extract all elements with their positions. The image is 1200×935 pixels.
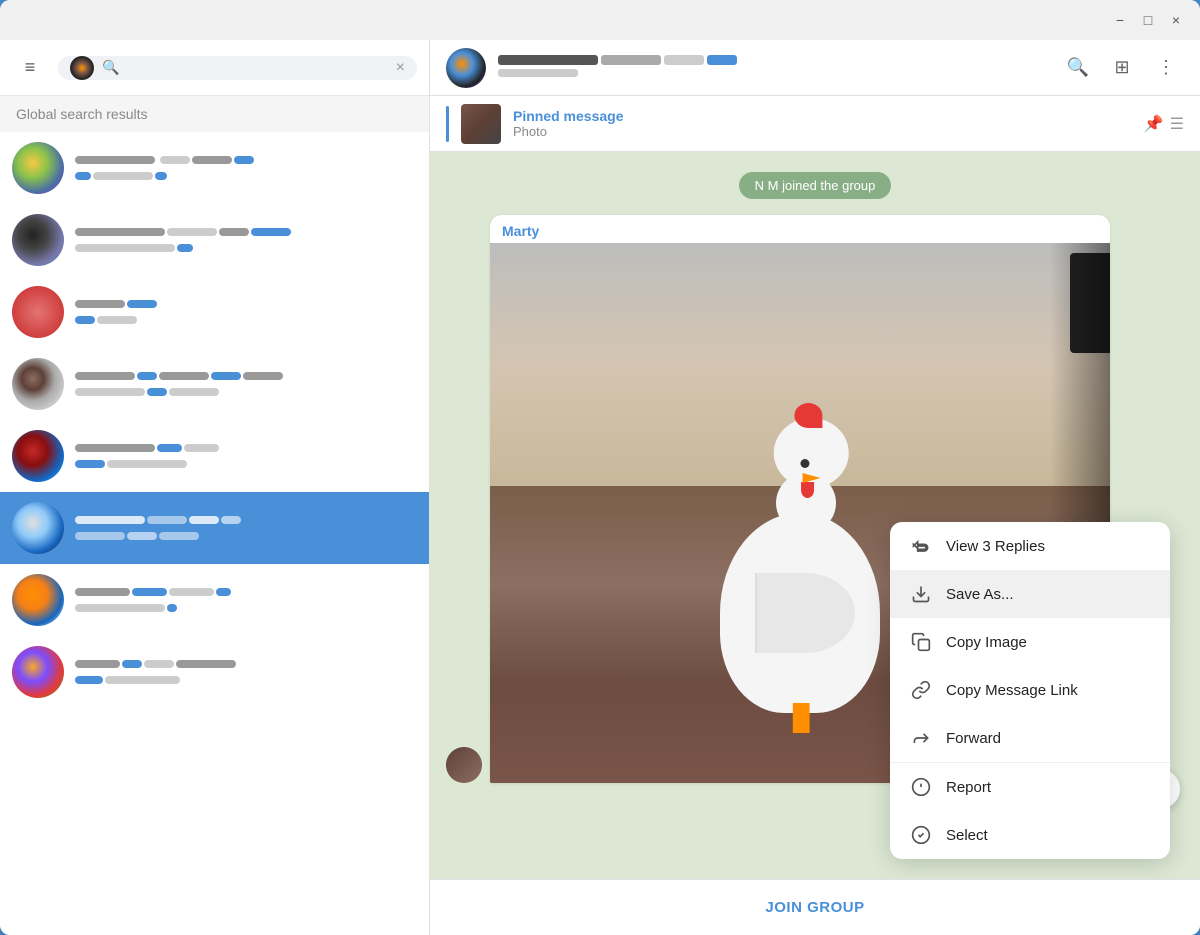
system-message-text: N M joined the group bbox=[739, 172, 892, 199]
pin-icon[interactable]: 📌 bbox=[1144, 114, 1164, 134]
avatar bbox=[12, 358, 64, 410]
sender-avatar bbox=[446, 747, 482, 783]
search-item-content bbox=[74, 226, 417, 254]
reply-icon bbox=[910, 535, 932, 557]
forward-icon bbox=[910, 727, 932, 749]
avatar bbox=[12, 142, 64, 194]
context-menu-copy-link[interactable]: Copy Message Link bbox=[890, 666, 1170, 714]
avatar bbox=[12, 430, 64, 482]
search-item-content bbox=[74, 442, 417, 470]
report-icon bbox=[910, 776, 932, 798]
search-item-content bbox=[74, 154, 417, 182]
search-results-header: Global search results bbox=[0, 96, 429, 132]
avatar bbox=[12, 286, 64, 338]
message-sender-name: Marty bbox=[490, 215, 1110, 243]
report-label: Report bbox=[946, 779, 991, 796]
chat-area[interactable]: N M joined the group Marty bbox=[430, 152, 1200, 879]
pinned-title: Pinned message bbox=[513, 108, 1132, 124]
close-button[interactable]: × bbox=[1164, 8, 1188, 32]
chat-header-name bbox=[498, 55, 1048, 65]
search-item-content bbox=[74, 586, 417, 614]
search-item-content bbox=[74, 658, 417, 686]
avatar bbox=[12, 646, 64, 698]
context-menu-copy-image[interactable]: Copy Image bbox=[890, 618, 1170, 666]
avatar bbox=[12, 574, 64, 626]
view-replies-label: View 3 Replies bbox=[946, 538, 1045, 555]
main-layout: ≡ × Global search results bbox=[0, 40, 1200, 935]
titlebar: − □ × bbox=[0, 0, 1200, 40]
chat-header-info bbox=[498, 55, 1048, 80]
pinned-message-bar[interactable]: Pinned message Photo 📌 ☰ bbox=[430, 96, 1200, 152]
context-menu-save-as[interactable]: Save As... bbox=[890, 570, 1170, 618]
maximize-button[interactable]: □ bbox=[1136, 8, 1160, 32]
pinned-subtitle: Photo bbox=[513, 124, 1132, 139]
minimize-button[interactable]: − bbox=[1108, 8, 1132, 32]
list-item[interactable] bbox=[0, 276, 429, 348]
menu-button[interactable]: ≡ bbox=[12, 50, 48, 86]
join-group-button[interactable]: JOIN GROUP bbox=[765, 899, 864, 916]
left-panel: ≡ × Global search results bbox=[0, 40, 430, 935]
more-options-button[interactable]: ⋮ bbox=[1148, 50, 1184, 86]
search-bar: ≡ × bbox=[0, 40, 429, 96]
pin-list-icon[interactable]: ☰ bbox=[1170, 114, 1184, 134]
chat-panel: 🔍 ⊞ ⋮ Pinned message Photo 📌 ☰ bbox=[430, 40, 1200, 935]
copy-image-label: Copy Image bbox=[946, 634, 1027, 651]
pinned-info: Pinned message Photo bbox=[513, 108, 1132, 139]
search-avatar bbox=[70, 56, 94, 80]
list-item[interactable] bbox=[0, 564, 429, 636]
list-item[interactable] bbox=[0, 636, 429, 708]
app-window: − □ × ≡ × bbox=[0, 0, 1200, 935]
forward-label: Forward bbox=[946, 730, 1001, 747]
pinned-indicator bbox=[446, 106, 449, 142]
search-button[interactable]: 🔍 bbox=[1060, 50, 1096, 86]
search-item-content bbox=[74, 370, 417, 398]
avatar bbox=[12, 214, 64, 266]
search-item-content bbox=[74, 298, 417, 326]
context-menu-forward[interactable]: Forward bbox=[890, 714, 1170, 762]
search-clear-button[interactable]: × bbox=[396, 59, 405, 77]
select-icon bbox=[910, 824, 932, 846]
copy-link-icon bbox=[910, 679, 932, 701]
list-item[interactable] bbox=[0, 492, 429, 564]
copy-image-icon bbox=[910, 631, 932, 653]
system-message: N M joined the group bbox=[446, 172, 1184, 199]
search-input[interactable] bbox=[102, 60, 388, 76]
save-as-icon bbox=[910, 583, 932, 605]
context-menu-report[interactable]: Report bbox=[890, 763, 1170, 811]
pinned-thumbnail bbox=[461, 104, 501, 144]
search-item-content bbox=[74, 514, 417, 542]
context-menu-select[interactable]: Select bbox=[890, 811, 1170, 859]
search-results-list bbox=[0, 132, 429, 935]
copy-link-label: Copy Message Link bbox=[946, 682, 1078, 699]
context-menu: View 3 Replies Save As... bbox=[890, 522, 1170, 859]
context-menu-view-replies[interactable]: View 3 Replies bbox=[890, 522, 1170, 570]
search-input-wrap: × bbox=[58, 56, 417, 80]
select-label: Select bbox=[946, 827, 988, 844]
pinned-actions: 📌 ☰ bbox=[1144, 114, 1184, 134]
list-item[interactable] bbox=[0, 132, 429, 204]
chat-header: 🔍 ⊞ ⋮ bbox=[430, 40, 1200, 96]
list-item[interactable] bbox=[0, 348, 429, 420]
save-as-label: Save As... bbox=[946, 586, 1014, 603]
avatar bbox=[12, 502, 64, 554]
list-item[interactable] bbox=[0, 204, 429, 276]
layout-button[interactable]: ⊞ bbox=[1104, 50, 1140, 86]
chat-header-avatar bbox=[446, 48, 486, 88]
chat-header-actions: 🔍 ⊞ ⋮ bbox=[1060, 50, 1184, 86]
list-item[interactable] bbox=[0, 420, 429, 492]
join-group-bar: JOIN GROUP bbox=[430, 879, 1200, 935]
